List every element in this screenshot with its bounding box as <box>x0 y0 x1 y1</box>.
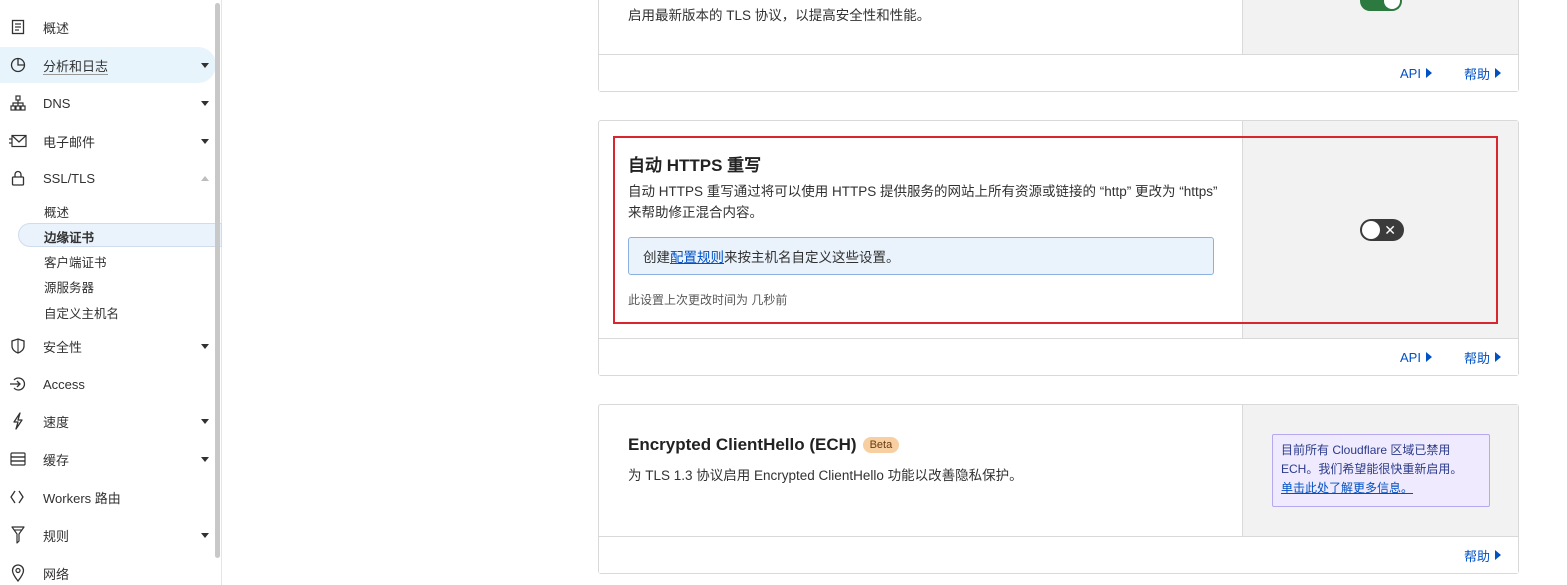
sidebar-item-label: SSL/TLS <box>43 170 96 186</box>
sidebar-subitem-custom-hostnames[interactable]: 自定义主机名 <box>44 303 119 322</box>
sidebar-item-access[interactable]: Access <box>0 366 216 402</box>
access-icon <box>9 375 27 393</box>
https-card-footer: API 帮助 <box>599 338 1518 375</box>
sidebar-item-ssl-tls[interactable]: SSL/TLS <box>0 160 216 196</box>
sidebar-item-network[interactable]: 网络 <box>0 555 216 585</box>
beta-badge: Beta <box>862 437 900 453</box>
sidebar-subitem-edge-certificates[interactable]: 边缘证书 <box>44 227 94 246</box>
cache-icon <box>9 450 27 468</box>
chevron-down-icon <box>201 100 209 106</box>
lightning-icon <box>9 412 27 430</box>
sidebar-item-cache[interactable]: 缓存 <box>0 441 216 477</box>
highlight-box <box>613 136 1498 324</box>
sidebar-item-label: 网络 <box>43 566 70 582</box>
network-icon <box>9 94 27 112</box>
sidebar-item-label: 安全性 <box>43 339 83 355</box>
sidebar-item-analytics[interactable]: 分析和日志 <box>0 47 216 83</box>
chevron-down-icon <box>201 343 209 349</box>
location-icon <box>9 564 27 582</box>
https-api-link[interactable]: API <box>1400 350 1432 365</box>
help-link-label: 帮助 <box>1463 350 1490 366</box>
ech-card-notice-pane: 目前所有 Cloudflare 区域已禁用 ECH。我们希望能很快重新启用。 单… <box>1242 405 1518 537</box>
caret-right-icon <box>1425 68 1432 78</box>
api-link-label: API <box>1400 65 1421 81</box>
help-link-label: 帮助 <box>1463 66 1490 82</box>
sidebar-subitem-client-certificates[interactable]: 客户端证书 <box>44 252 107 271</box>
ech-card-title-row: Encrypted ClientHello (ECH) Beta <box>628 435 900 455</box>
sidebar-scrollbar[interactable] <box>215 3 220 558</box>
https-help-link[interactable]: 帮助 <box>1464 348 1501 367</box>
document-icon <box>9 18 27 36</box>
ech-notice-text: 目前所有 Cloudflare 区域已禁用 ECH。我们希望能很快重新启用。 <box>1281 443 1463 476</box>
tls-card: 启用最新版本的 TLS 协议，以提高安全性和性能。 API 帮助 <box>598 0 1519 92</box>
sidebar-item-label: 概述 <box>43 20 70 36</box>
sidebar-item-label: DNS <box>43 95 71 111</box>
caret-right-icon <box>1495 352 1501 362</box>
tls-card-footer: API 帮助 <box>599 54 1518 91</box>
shield-icon <box>9 337 27 355</box>
sidebar-item-workers-routes[interactable]: Workers 路由 <box>0 479 216 515</box>
sidebar-item-label: 电子邮件 <box>43 134 96 150</box>
sidebar-item-label: 分析和日志 <box>43 58 109 74</box>
rules-icon <box>9 526 27 544</box>
sidebar-item-speed[interactable]: 速度 <box>0 403 216 439</box>
chevron-up-icon <box>201 175 209 181</box>
sidebar-item-overview[interactable]: 概述 <box>0 9 216 45</box>
sidebar-item-label: Workers 路由 <box>43 490 121 506</box>
sidebar-item-label: 规则 <box>43 528 70 544</box>
help-link-label: 帮助 <box>1463 548 1490 564</box>
tls-api-link[interactable]: API <box>1400 66 1432 81</box>
chevron-down-icon <box>201 418 209 424</box>
ech-help-link[interactable]: 帮助 <box>1464 546 1501 565</box>
tls-help-link[interactable]: 帮助 <box>1464 64 1501 83</box>
caret-right-icon <box>1495 550 1501 560</box>
lock-icon <box>9 169 27 187</box>
ech-notice: 目前所有 Cloudflare 区域已禁用 ECH。我们希望能很快重新启用。 单… <box>1272 434 1490 507</box>
pie-chart-icon <box>9 56 27 74</box>
chevron-down-icon <box>201 456 209 462</box>
sidebar-subitem-ssl-overview[interactable]: 概述 <box>44 202 69 221</box>
sidebar: 概述 分析和日志 DNS 电子邮件 SSL/TLS 概述 边缘证书 客户端证书 … <box>0 0 222 585</box>
sidebar-item-security[interactable]: 安全性 <box>0 328 216 364</box>
ech-card-footer: 帮助 <box>599 536 1518 573</box>
sidebar-item-label: 速度 <box>43 414 70 430</box>
tls-description: 启用最新版本的 TLS 协议，以提高安全性和性能。 <box>628 8 931 23</box>
ech-card-title: Encrypted ClientHello (ECH) <box>628 435 857 454</box>
sidebar-subitem-origin-server[interactable]: 源服务器 <box>44 277 94 296</box>
workers-icon <box>9 488 27 506</box>
ech-learn-more-link[interactable]: 单击此处了解更多信息。 <box>1281 481 1413 495</box>
chevron-down-icon <box>201 62 209 68</box>
sidebar-item-label: Access <box>43 376 85 392</box>
sidebar-item-email[interactable]: 电子邮件 <box>0 123 216 159</box>
caret-right-icon <box>1425 352 1432 362</box>
tls-toggle[interactable] <box>1360 0 1402 11</box>
tls-card-control-pane <box>1242 0 1518 55</box>
api-link-label: API <box>1400 349 1421 365</box>
chevron-down-icon <box>201 138 209 144</box>
email-icon <box>9 132 27 150</box>
sidebar-item-label: 缓存 <box>43 452 70 468</box>
ech-card-description: 为 TLS 1.3 协议启用 Encrypted ClientHello 功能以… <box>628 468 1023 483</box>
caret-right-icon <box>1495 68 1501 78</box>
ech-card: 目前所有 Cloudflare 区域已禁用 ECH。我们希望能很快重新启用。 单… <box>598 404 1519 574</box>
sidebar-item-dns[interactable]: DNS <box>0 85 216 121</box>
chevron-down-icon <box>201 532 209 538</box>
sidebar-item-rules[interactable]: 规则 <box>0 517 216 553</box>
